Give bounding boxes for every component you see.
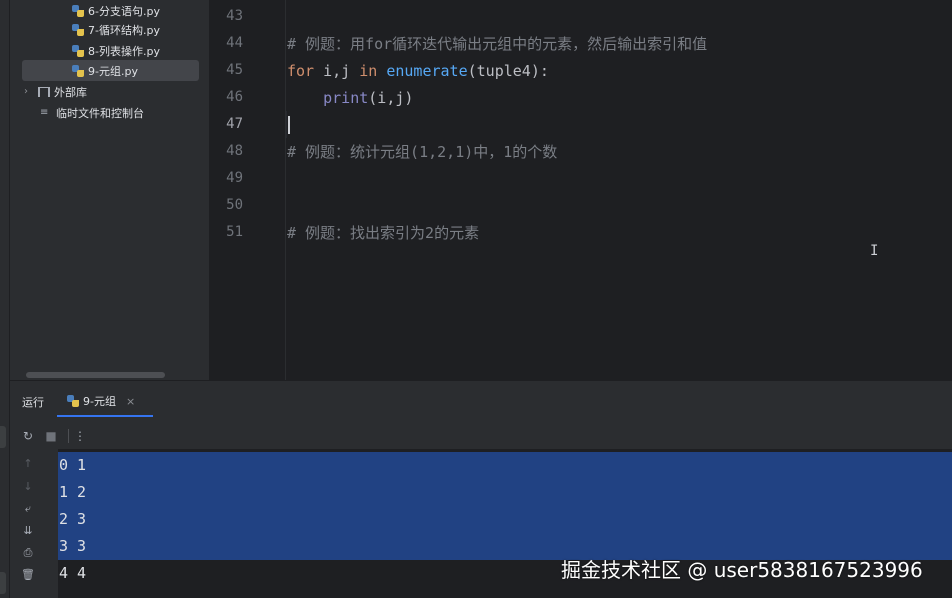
code-line-print: print(i,j) bbox=[287, 85, 413, 112]
tree-item-label: 7-循环结构.py bbox=[88, 23, 160, 37]
code-comment: # 例题：找出索引为2的元素 bbox=[287, 224, 480, 242]
tree-item-label: 8-列表操作.py bbox=[88, 44, 160, 58]
line-number: 50 bbox=[226, 197, 243, 213]
line-number: 48 bbox=[226, 143, 243, 159]
code-comment: # 例题：用for循环迭代输出元组中的元素，然后输出索引和值 bbox=[287, 35, 708, 53]
toolbar-divider bbox=[68, 429, 69, 443]
trash-icon[interactable]: 🗑 bbox=[20, 567, 36, 583]
keyword: in bbox=[359, 62, 378, 80]
soft-wrap-icon[interactable]: ⤶ bbox=[20, 501, 36, 517]
mouse-ibeam-cursor: I bbox=[870, 243, 879, 259]
line-number: 46 bbox=[226, 89, 243, 105]
tree-item-py-file[interactable]: 8-列表操作.py bbox=[72, 40, 160, 61]
python-file-icon bbox=[72, 23, 84, 36]
run-toolbar: ↻ ■ ⋮ bbox=[10, 423, 952, 449]
active-tab-indicator bbox=[57, 415, 153, 417]
code-text: (i,j) bbox=[368, 89, 414, 107]
left-tool-strip bbox=[0, 0, 10, 598]
horizontal-scrollbar[interactable] bbox=[26, 372, 165, 378]
project-panel: 6-分支语句.py 7-循环结构.py 8-列表操作.py 9-元组.py › … bbox=[10, 0, 209, 380]
code-text: i,j bbox=[314, 62, 360, 80]
scroll-down-icon[interactable]: ↓ bbox=[20, 479, 36, 495]
more-options-icon[interactable]: ⋮ bbox=[72, 428, 88, 444]
run-tab-label: 9-元组 bbox=[83, 395, 116, 408]
tree-item-scratches[interactable]: ≡ 临时文件和控制台 bbox=[40, 102, 144, 123]
tree-item-label: 外部库 bbox=[54, 85, 87, 99]
python-file-icon bbox=[72, 4, 84, 17]
line-number: 51 bbox=[226, 224, 243, 240]
left-edge-handle[interactable] bbox=[0, 572, 6, 594]
line-number: 43 bbox=[226, 8, 243, 24]
library-icon bbox=[38, 86, 50, 97]
line-number: 44 bbox=[226, 35, 243, 51]
tree-item-label: 6-分支语句.py bbox=[88, 4, 160, 18]
line-number-gutter: 43 44 45 46 47 48 49 50 51 bbox=[210, 0, 286, 380]
python-file-icon bbox=[72, 64, 84, 77]
code-text: (tuple4): bbox=[467, 62, 549, 80]
tree-item-py-file-selected[interactable]: 9-元组.py bbox=[22, 60, 199, 81]
chevron-right-icon[interactable]: › bbox=[24, 86, 38, 97]
run-tab[interactable]: 9-元组 × bbox=[67, 386, 135, 416]
code-comment: # 例题：统计元组(1,2,1)中，1的个数 bbox=[287, 143, 558, 161]
run-panel-title: 运行 bbox=[22, 396, 44, 409]
line-number: 49 bbox=[226, 170, 243, 186]
tree-item-py-file[interactable]: 7-循环结构.py bbox=[72, 19, 160, 40]
function-name: enumerate bbox=[386, 62, 468, 80]
python-file-icon bbox=[72, 44, 84, 57]
tree-item-label: 临时文件和控制台 bbox=[56, 106, 144, 120]
watermark: 掘金技术社区 @ user5838167523996 bbox=[561, 558, 923, 582]
tree-item-py-file[interactable]: 6-分支语句.py bbox=[72, 0, 160, 21]
console-line: 1 2 bbox=[59, 483, 87, 501]
close-icon[interactable]: × bbox=[126, 395, 135, 408]
tree-item-external-libraries[interactable]: › 外部库 bbox=[24, 81, 87, 102]
tree-item-label: 9-元组.py bbox=[88, 64, 138, 78]
rerun-icon[interactable]: ↻ bbox=[20, 428, 36, 444]
print-icon[interactable]: ⎙ bbox=[20, 545, 36, 561]
console-line: 0 1 bbox=[59, 456, 87, 474]
console-side-toolbar: ↑ ↓ ⤶ ⇊ ⎙ 🗑 bbox=[10, 449, 58, 598]
python-file-icon bbox=[67, 395, 79, 407]
code-line-for: for i,j in enumerate(tuple4): bbox=[287, 58, 549, 85]
line-number-current: 47 bbox=[226, 116, 243, 132]
code-editor[interactable]: # 例题：用for循环迭代输出元组中的元素，然后输出索引和值 for i,j i… bbox=[287, 0, 952, 380]
scroll-up-icon[interactable]: ↑ bbox=[20, 456, 36, 472]
scroll-to-end-icon[interactable]: ⇊ bbox=[20, 523, 36, 539]
builtin-function: print bbox=[323, 89, 369, 107]
stop-icon[interactable]: ■ bbox=[43, 428, 59, 444]
text-caret bbox=[288, 116, 290, 134]
scratches-icon: ≡ bbox=[40, 106, 49, 118]
keyword: for bbox=[287, 62, 315, 80]
line-number: 45 bbox=[226, 62, 243, 78]
console-line: 2 3 bbox=[59, 510, 87, 528]
left-edge-handle[interactable] bbox=[0, 426, 6, 448]
